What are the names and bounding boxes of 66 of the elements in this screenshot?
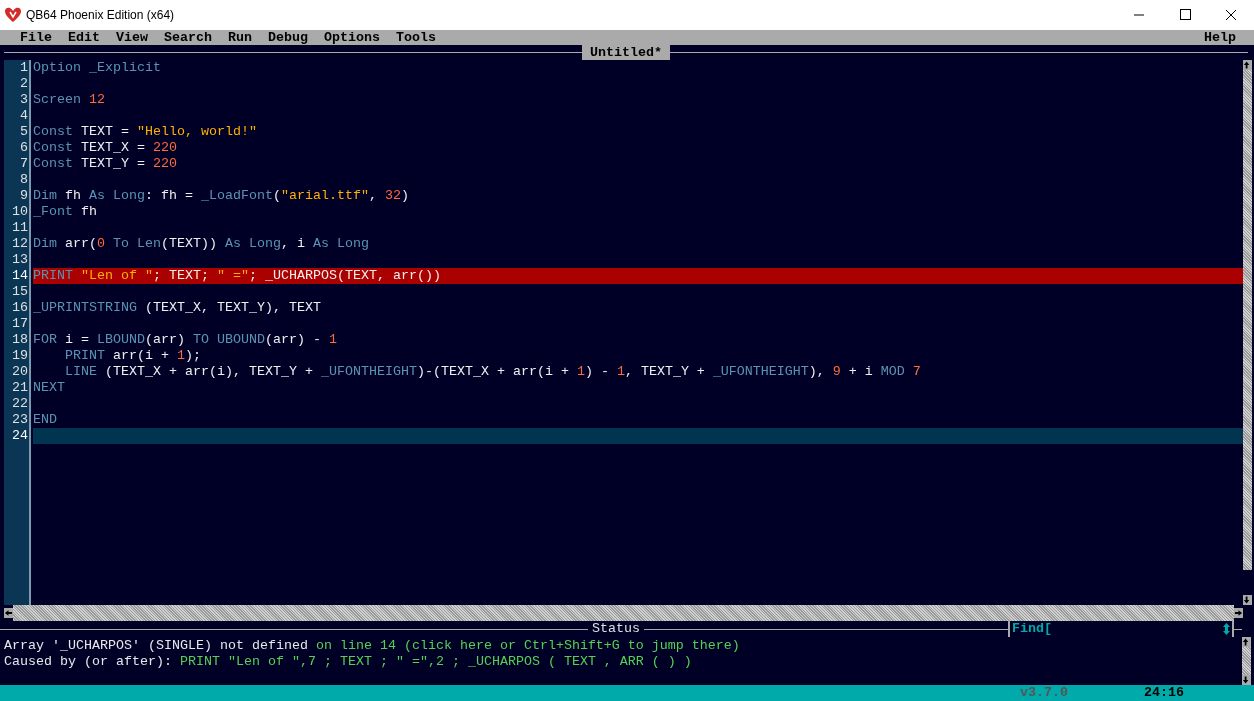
code-line: LINE (TEXT_X + arr(i), TEXT_Y + _UFONTHEIGHT)-(TEXT_X + arr(i + 1) - 1, TEXT_Y + _UFONTHEIGHT), 9 + i MOD 7 — [64, 364, 922, 380]
code-line: PRINT arr(i + 1); — [64, 348, 202, 364]
code-line: NEXT — [33, 380, 66, 396]
line-number: 16 — [11, 300, 29, 316]
line-number: 3 — [19, 92, 29, 108]
vertical-scrollbar[interactable] — [1242, 647, 1251, 675]
code-line: Dim arr(0 To Len(TEXT)) As Long, i As Long — [33, 236, 370, 252]
status-message[interactable]: Array '_UCHARPOS' (SINGLE) not defined on line 14 (click here or Ctrl+Shift+G to jump there) — [4, 638, 1242, 654]
code-line: Const TEXT_X = 220 — [33, 140, 178, 156]
scroll-left-icon[interactable] — [4, 608, 13, 618]
line-number: 19 — [11, 348, 29, 364]
code-line: Const TEXT_Y = 220 — [33, 156, 178, 172]
menu-item[interactable]: Help — [1204, 30, 1236, 45]
line-number: 1 — [19, 60, 29, 76]
line-number: 15 — [11, 284, 29, 300]
status-message[interactable]: Caused by (or after): PRINT "Len of ",7 ; TEXT ; " =",2 ; _UCHARPOS ( TEXT , ARR ( ) ) — [4, 654, 1242, 670]
line-number: 17 — [11, 316, 29, 332]
menu-item[interactable]: Search — [164, 30, 212, 45]
line-number: 4 — [19, 108, 29, 124]
panel-title: Status — [591, 621, 641, 637]
file-tab[interactable]: Untitled* — [582, 45, 670, 60]
window-title: QB64 Phoenix Edition (x64) — [26, 7, 175, 23]
code-line: END — [33, 412, 58, 428]
code-line: Option _Explicit — [33, 60, 162, 76]
menu-item[interactable]: Tools — [396, 30, 436, 45]
line-number: 12 — [11, 236, 29, 252]
line-number: 5 — [19, 124, 29, 140]
find-field[interactable]: Find[ — [1008, 621, 1234, 637]
line-number: 13 — [11, 252, 29, 268]
app-logo-icon — [4, 6, 22, 24]
menu-item[interactable]: File — [20, 30, 52, 45]
code-line: _Font fh — [33, 204, 98, 220]
line-number: 8 — [19, 172, 29, 188]
code-line: Const TEXT = "Hello, world!" — [33, 124, 258, 140]
scroll-up-icon[interactable] — [1243, 60, 1252, 70]
scroll-down-icon[interactable] — [1243, 595, 1252, 605]
line-number: 7 — [19, 156, 29, 172]
code-line: Screen 12 — [33, 92, 106, 108]
up-down-arrow-icon[interactable] — [1223, 623, 1230, 635]
line-number: 9 — [19, 188, 29, 204]
line-number: 2 — [19, 76, 29, 92]
scroll-down-icon[interactable] — [1242, 675, 1251, 685]
menu-item[interactable]: Run — [228, 30, 252, 45]
line-number: 14 — [11, 268, 29, 284]
line-number: 18 — [11, 332, 29, 348]
version-label: v3.7.0 — [1020, 685, 1068, 701]
code-line: Dim fh As Long: fh = _LoadFont("arial.ttf", 32) — [33, 188, 410, 204]
scroll-up-icon[interactable] — [1242, 637, 1251, 647]
horizontal-scrollbar[interactable] — [13, 605, 1234, 621]
menu-item[interactable]: View — [116, 30, 148, 45]
line-number: 6 — [19, 140, 29, 156]
menu-item[interactable]: Debug — [268, 30, 308, 45]
line-number: 21 — [11, 380, 29, 396]
code-line: FOR i = LBOUND(arr) TO UBOUND(arr) - 1 — [33, 332, 338, 348]
cursor-position: 24:16 — [1144, 685, 1184, 701]
menu-item[interactable]: Edit — [68, 30, 100, 45]
line-number: 22 — [11, 396, 29, 412]
scroll-right-icon[interactable] — [1234, 608, 1243, 618]
menu-item[interactable]: Options — [324, 30, 380, 45]
line-number: 24 — [11, 428, 29, 444]
line-number: 23 — [11, 412, 29, 428]
line-number: 10 — [11, 204, 29, 220]
line-number: 20 — [11, 364, 29, 380]
line-number: 11 — [11, 220, 29, 236]
code-line: _UPRINTSTRING (TEXT_X, TEXT_Y), TEXT — [33, 300, 322, 316]
vertical-scrollbar[interactable] — [1243, 70, 1252, 570]
